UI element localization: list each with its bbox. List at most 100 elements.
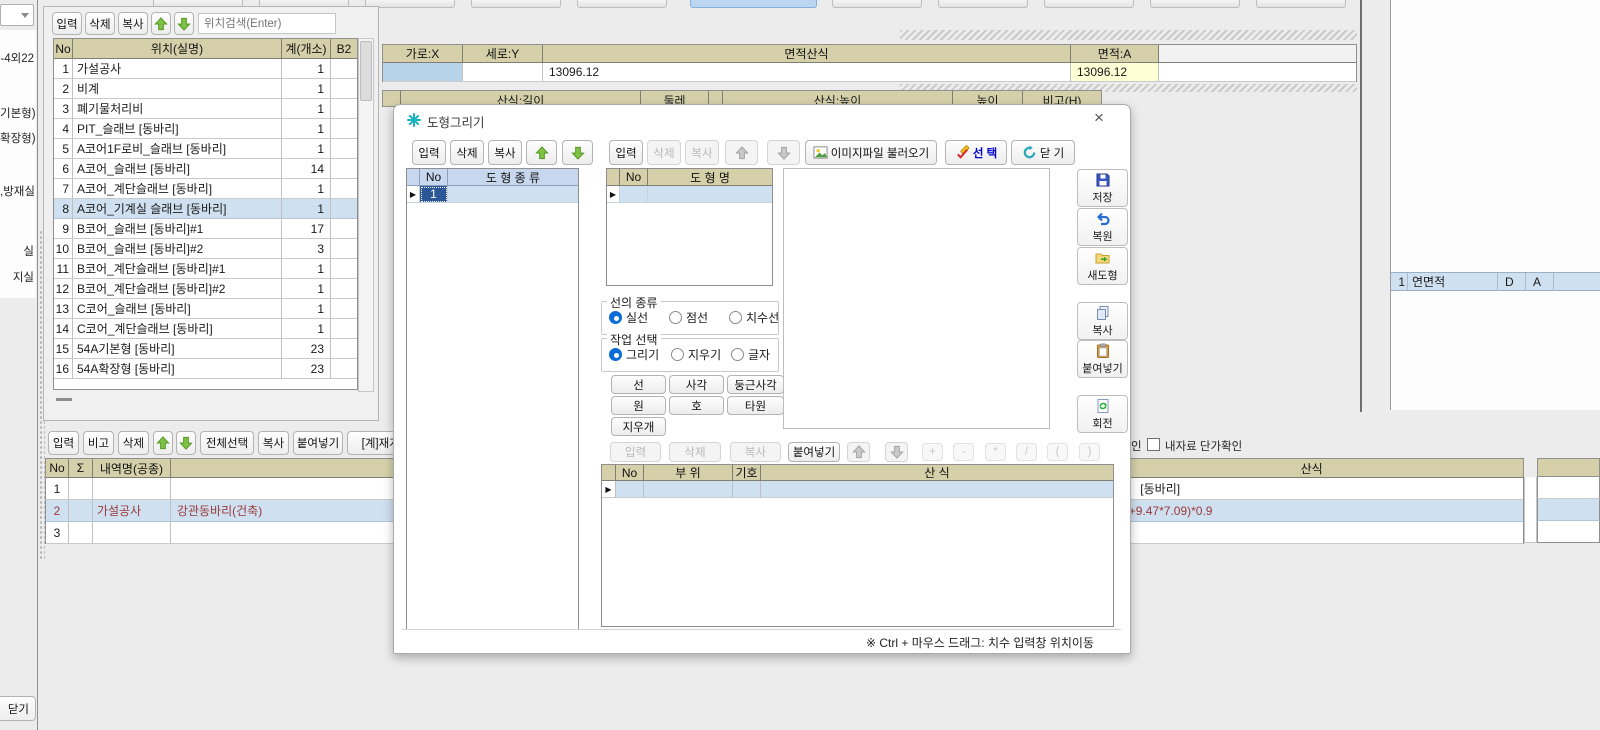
detail-toolbar-button-2[interactable]: 비고 (83, 431, 114, 455)
new-shape-button[interactable]: 새도형 (1077, 247, 1128, 285)
table-row[interactable]: 3폐기물처리비1 (54, 99, 357, 119)
dialog-toolbar2-button-1[interactable]: 입력 (609, 140, 643, 165)
top-tab-fragment[interactable] (471, 0, 561, 8)
left-combobox[interactable] (0, 4, 34, 26)
top-tab-fragment[interactable] (1256, 0, 1346, 8)
rotate-button[interactable]: 회전 (1077, 395, 1128, 433)
shape-name-value[interactable] (648, 186, 772, 203)
radio-work-type-2[interactable]: 지우기 (671, 346, 721, 363)
shape-button-6[interactable]: 타원 (727, 396, 784, 415)
detail-move-down-button[interactable] (176, 431, 196, 455)
table-row[interactable]: 1가설공사1 (54, 59, 357, 79)
table-row[interactable]: 10B코어_슬래브 [동바리]#23 (54, 239, 357, 259)
operator-button-6[interactable]: ) (1079, 443, 1100, 461)
top-tab-fragment[interactable] (832, 0, 922, 8)
operator-button-1[interactable]: + (922, 443, 943, 461)
detail-toolbar-button-4[interactable]: 전체선택 (200, 431, 254, 455)
mydata-price-checkbox[interactable] (1147, 438, 1160, 451)
top-tab-fragment[interactable] (577, 0, 667, 8)
location-copy-button[interactable]: 복사 (118, 12, 148, 35)
table-row[interactable]: 14C코어_계단슬래브 [동바리]1 (54, 319, 357, 339)
dialog-toolbar2-button-2[interactable]: 삭제 (647, 140, 681, 165)
radio-work-type-1[interactable]: 그리기 (609, 346, 659, 363)
table-row[interactable]: 13C코어_슬래브 [동바리]1 (54, 299, 357, 319)
table-row[interactable]: 7A코어_계단슬래브 [동바리]1 (54, 179, 357, 199)
shape-button-7[interactable]: 지우개 (611, 417, 666, 436)
selected-shape-no[interactable]: 1 (420, 186, 448, 203)
top-tab-fragment[interactable] (938, 0, 1028, 8)
load-image-button[interactable]: 이미지파일 불러오기 (805, 140, 937, 165)
detail-toolbar-button-1[interactable]: 입력 (48, 431, 79, 455)
select-button[interactable]: 선 택 (945, 140, 1007, 165)
formula-row-no[interactable] (616, 481, 644, 498)
top-tab-fragment[interactable] (690, 0, 817, 8)
shape-button-5[interactable]: 호 (669, 396, 724, 415)
dialog-toolbar2-down-button[interactable] (767, 140, 800, 165)
table-row[interactable]: 11B코어_계단슬래브 [동바리]#11 (54, 259, 357, 279)
cell-area-value[interactable]: 13096.12 (1071, 63, 1159, 82)
radio-line-type-3[interactable]: 치수선 (729, 309, 779, 326)
detail-toolbar-button-6[interactable]: 붙여넣기 (293, 431, 343, 455)
dialog-toolbar2-button-3[interactable]: 복사 (685, 140, 719, 165)
radio-line-type-1[interactable]: 실선 (609, 309, 648, 326)
radio-line-type-2[interactable]: 점선 (669, 309, 708, 326)
formula-down-button[interactable] (885, 442, 908, 462)
selected-shape-type[interactable] (448, 186, 578, 203)
dialog-toolbar1-button-1[interactable]: 입력 (412, 140, 446, 165)
detail-toolbar-button-3[interactable]: 삭제 (118, 431, 149, 455)
shape-button-4[interactable]: 원 (611, 396, 666, 415)
location-search-input[interactable] (198, 13, 336, 34)
restore-button[interactable]: 복원 (1077, 208, 1128, 246)
operator-button-2[interactable]: - (953, 443, 974, 461)
location-move-down-button[interactable] (174, 12, 194, 35)
location-vscrollbar[interactable] (358, 38, 374, 392)
dialog-toolbar1-up-button[interactable] (526, 140, 557, 165)
table-row[interactable]: 6A코어_슬래브 [동바리]14 (54, 159, 357, 179)
table-row[interactable]: 4PIT_슬래브 [동바리]1 (54, 119, 357, 139)
location-input-button[interactable]: 입력 (52, 12, 82, 35)
dialog-toolbar1-down-button[interactable] (562, 140, 593, 165)
shape-button-3[interactable]: 둥근사각 (727, 375, 784, 394)
formula-row-formula[interactable] (761, 481, 1113, 498)
table-row[interactable]: 9B코어_슬래브 [동바리]#117 (54, 219, 357, 239)
dialog-toolbar1-button-2[interactable]: 삭제 (450, 140, 484, 165)
shape-button-2[interactable]: 사각 (669, 375, 724, 394)
formula-up-button[interactable] (847, 442, 870, 462)
location-delete-button[interactable]: 삭제 (85, 12, 115, 35)
shape-name-no[interactable] (620, 186, 648, 203)
detail-toolbar-button-5[interactable]: 복사 (258, 431, 289, 455)
formula-toolbar-button-4[interactable]: 붙여넣기 (788, 442, 840, 462)
cell-x[interactable] (383, 63, 463, 82)
save-button[interactable]: 저장 (1077, 169, 1128, 207)
close-panel-button[interactable]: 닫기 (0, 696, 36, 721)
cell-y[interactable] (463, 63, 543, 82)
formula-toolbar-button-1[interactable]: 입력 (610, 442, 661, 462)
drawing-canvas[interactable] (783, 168, 1050, 429)
detail-move-up-button[interactable] (153, 431, 173, 455)
top-tab-fragment[interactable] (1044, 0, 1134, 8)
operator-button-4[interactable]: / (1016, 443, 1037, 461)
cell-area-formula[interactable]: 13096.12 (543, 63, 1071, 82)
top-tab-fragment[interactable] (1150, 0, 1240, 8)
table-row[interactable]: 2비계1 (54, 79, 357, 99)
copy-shape-button[interactable]: 복사 (1077, 302, 1128, 340)
dialog-close-icon[interactable]: × (1094, 108, 1104, 128)
shape-button-1[interactable]: 선 (611, 375, 666, 394)
dialog-toolbar1-button-3[interactable]: 복사 (488, 140, 522, 165)
table-row[interactable]: 1654A확장형 [동바리]23 (54, 359, 357, 379)
dialog-close-button[interactable]: 닫 기 (1011, 140, 1075, 165)
table-row[interactable]: 12B코어_계단슬래브 [동바리]#21 (54, 279, 357, 299)
formula-toolbar-button-3[interactable]: 복사 (730, 442, 781, 462)
formula-toolbar-button-2[interactable]: 삭제 (669, 442, 721, 462)
formula-row-part[interactable] (644, 481, 733, 498)
right-panel-row[interactable]: 1 연면적 D A (1391, 272, 1600, 291)
dialog-toolbar2-up-button[interactable] (725, 140, 758, 165)
table-row[interactable]: 1554A기본형 [동바리]23 (54, 339, 357, 359)
location-move-up-button[interactable] (151, 12, 171, 35)
radio-work-type-3[interactable]: 글자 (731, 346, 770, 363)
table-row[interactable]: 8A코어_기계실 슬래브 [동바리]1 (54, 199, 357, 219)
operator-button-5[interactable]: ( (1047, 443, 1068, 461)
formula-row-symbol[interactable] (733, 481, 761, 498)
table-row[interactable]: 5A코어1F로비_슬래브 [동바리]1 (54, 139, 357, 159)
paste-shape-button[interactable]: 붙여넣기 (1077, 340, 1128, 378)
